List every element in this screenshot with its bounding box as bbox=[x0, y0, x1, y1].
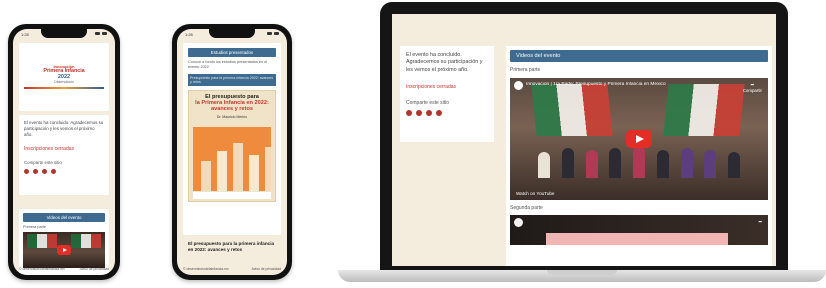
facebook-icon[interactable] bbox=[24, 168, 29, 174]
twitter-icon[interactable] bbox=[33, 168, 38, 174]
share-button[interactable]: ➦ Compartir bbox=[743, 82, 762, 93]
instagram-icon[interactable] bbox=[42, 168, 47, 174]
person-figure bbox=[680, 148, 693, 178]
flag-image bbox=[531, 84, 613, 136]
phone-notch bbox=[41, 29, 87, 38]
footer-url[interactable]: © observatoriodelainfancia.mx bbox=[19, 267, 65, 271]
privacy-link[interactable]: Aviso de privacidad bbox=[252, 267, 281, 271]
video-card: Videos del evento Primera parte bbox=[506, 46, 772, 266]
building-shape bbox=[233, 143, 243, 192]
instagram-icon[interactable] bbox=[426, 109, 432, 116]
facebook-icon[interactable] bbox=[406, 109, 412, 116]
signal-icon bbox=[267, 32, 279, 38]
first-part-label: Primera parte bbox=[23, 225, 47, 229]
building-shape bbox=[201, 161, 211, 192]
second-part-label: Segunda parte bbox=[510, 205, 543, 211]
video-section-title: Videos del evento bbox=[510, 50, 768, 62]
play-icon[interactable] bbox=[626, 130, 652, 148]
person-figure bbox=[633, 146, 645, 178]
twitter-icon[interactable] bbox=[416, 109, 422, 116]
channel-avatar[interactable] bbox=[514, 81, 523, 90]
intro-text: El evento ha concluido. Agradecemos su p… bbox=[406, 52, 483, 73]
email-icon[interactable] bbox=[51, 168, 56, 174]
social-icons bbox=[24, 168, 104, 174]
footer-url[interactable]: © observatoriodelainfancia.mx bbox=[183, 267, 229, 271]
study-banner[interactable]: Presupuesto para la primera infancia 202… bbox=[188, 73, 276, 87]
phone-mockup-left: 1:28 Innovación Primera Infancia 2022 Ob… bbox=[8, 24, 120, 280]
building-shape bbox=[249, 155, 259, 192]
flag-image bbox=[71, 234, 101, 248]
device-mockup-stage: 1:28 Innovación Primera Infancia 2022 Ob… bbox=[0, 0, 826, 288]
laptop-screen: El evento ha concluido. Agradecemos su p… bbox=[392, 14, 776, 266]
studies-description: Conoce a fondo los estudios presentados … bbox=[188, 60, 268, 69]
laptop-base bbox=[338, 270, 826, 282]
phone-screen: 1:28 Estudios presentados Conoce a fondo… bbox=[177, 29, 287, 275]
logo-bar bbox=[24, 86, 104, 89]
video-frame bbox=[546, 233, 728, 245]
privacy-link[interactable]: Aviso de privacidad bbox=[80, 267, 109, 271]
signal-icon bbox=[95, 32, 107, 38]
email-icon[interactable] bbox=[436, 109, 442, 116]
phone-mockup-right: 1:28 Estudios presentados Conoce a fondo… bbox=[172, 24, 292, 280]
footer: © observatoriodelainfancia.mx Aviso de p… bbox=[19, 267, 109, 271]
logo-card: Innovación Primera Infancia 2022 Observa… bbox=[19, 43, 109, 111]
person-figure bbox=[728, 152, 740, 178]
poster-title: El presupuesto para la Primera Infancia … bbox=[189, 91, 275, 113]
event-logo[interactable]: Innovación Primera Infancia 2022 Observa… bbox=[24, 65, 104, 89]
phone-screen: 1:28 Innovación Primera Infancia 2022 Ob… bbox=[13, 29, 115, 275]
intro-text: El evento ha concluido. Agradecemos su p… bbox=[24, 120, 104, 137]
first-part-label: Primera parte bbox=[510, 67, 541, 73]
person-figure bbox=[704, 150, 717, 178]
status-time: 1:28 bbox=[21, 32, 29, 37]
studies-card: Estudios presentados Conoce a fondo los … bbox=[183, 43, 281, 235]
person-figure bbox=[538, 152, 550, 178]
poster-title-line: la Primera Infancia en 2022: avances y r… bbox=[195, 100, 269, 113]
person-figure bbox=[656, 150, 669, 178]
person-figure bbox=[585, 150, 598, 178]
person-figure bbox=[561, 148, 574, 178]
person-figure bbox=[609, 148, 622, 178]
laptop-mockup: El evento ha concluido. Agradecemos su p… bbox=[380, 2, 788, 272]
flag-image bbox=[663, 84, 745, 136]
video-title[interactable]: Innovación | 1ra Parte: Presupuesto y Pr… bbox=[526, 82, 742, 87]
register-link[interactable]: Inscripciones cerradas bbox=[406, 84, 488, 90]
poster-illustration bbox=[193, 127, 271, 192]
poster-footer bbox=[193, 192, 271, 200]
intro-card: El evento ha concluido. Agradecemos su p… bbox=[19, 115, 109, 195]
video-player[interactable] bbox=[23, 232, 105, 268]
footer: © observatoriodelainfancia.mx Aviso de p… bbox=[183, 267, 281, 271]
studies-header: Estudios presentados bbox=[188, 48, 276, 57]
flag-image bbox=[27, 234, 57, 248]
register-link[interactable]: Inscripciones cerradas bbox=[24, 146, 104, 152]
video-player[interactable]: Innovación | 1ra Parte: Presupuesto y Pr… bbox=[510, 78, 768, 200]
intro-card: El evento ha concluido. Agradecemos su p… bbox=[400, 46, 494, 142]
video-player-second[interactable]: ➦ bbox=[510, 215, 768, 245]
play-icon[interactable] bbox=[57, 245, 71, 255]
building-shape bbox=[265, 147, 271, 192]
video-section-title: Videos del evento bbox=[23, 213, 105, 222]
watch-on-youtube-link[interactable]: Watch on YouTube bbox=[516, 191, 554, 196]
social-icons bbox=[406, 109, 488, 116]
study-caption[interactable]: El presupuesto para la primera infancia … bbox=[188, 241, 276, 252]
building-shape bbox=[217, 151, 227, 192]
channel-avatar[interactable] bbox=[514, 218, 523, 227]
share-icon[interactable]: ➦ bbox=[758, 219, 762, 225]
share-button-label: Compartir bbox=[742, 88, 762, 93]
status-time: 1:28 bbox=[185, 32, 193, 37]
share-label: Comparte este sitio bbox=[24, 159, 62, 165]
phone-notch bbox=[209, 29, 255, 38]
video-card: Videos del evento Primera parte bbox=[19, 209, 109, 275]
study-poster[interactable]: El presupuesto para la Primera Infancia … bbox=[188, 90, 276, 203]
poster-author: Dr. Mauricio Merino bbox=[216, 115, 248, 120]
logo-line: Observatorio bbox=[53, 80, 75, 85]
share-label: Comparte este sitio bbox=[406, 99, 450, 106]
